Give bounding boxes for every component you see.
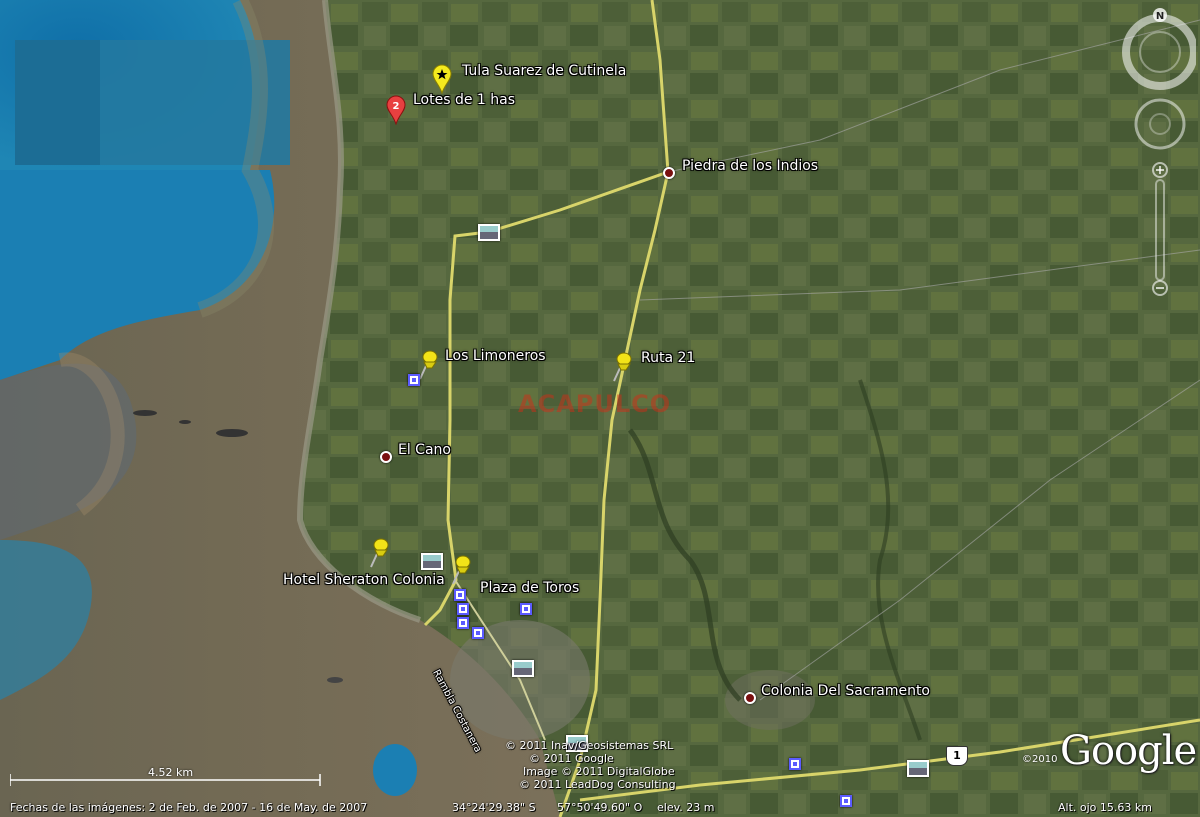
credit-line: © 2011 Inav/Geosistemas SRL bbox=[505, 739, 674, 752]
label-tula[interactable]: Tula Suarez de Cutinela bbox=[462, 63, 626, 79]
photo-icon[interactable] bbox=[512, 660, 534, 677]
route-shield-icon: 1 bbox=[946, 746, 968, 766]
look-joystick-icon bbox=[1134, 98, 1186, 150]
imagery-dates: Fechas de las imágenes: 2 de Feb. de 200… bbox=[10, 801, 368, 814]
eye-altitude: Alt. ojo 15.63 km bbox=[1058, 801, 1152, 814]
watermark: ACAPULCO bbox=[518, 390, 672, 418]
poi-square-icon[interactable] bbox=[457, 603, 469, 615]
scale-label: 4.52 km bbox=[148, 766, 194, 779]
longitude: 57°50'49.60" O bbox=[557, 801, 643, 814]
poi-square-icon[interactable] bbox=[408, 374, 420, 386]
credit-line: Image © 2011 DigitalGlobe bbox=[523, 765, 675, 778]
poi-square-icon[interactable] bbox=[789, 758, 801, 770]
poi-square-icon[interactable] bbox=[520, 603, 532, 615]
imagery-credits: © 2011 Inav/Geosistemas SRL © 2011 Googl… bbox=[505, 739, 676, 791]
poi-square-icon[interactable] bbox=[457, 617, 469, 629]
poi-square-icon[interactable] bbox=[472, 627, 484, 639]
label-sheraton[interactable]: Hotel Sheraton Colonia bbox=[283, 572, 445, 588]
label-elcano[interactable]: El Cano bbox=[398, 442, 451, 458]
credit-line: © 2011 LeadDog Consulting bbox=[519, 778, 676, 791]
balloon-number: 2 bbox=[393, 101, 400, 112]
star-balloon-icon[interactable] bbox=[431, 64, 453, 94]
copyright-year: ©2010 bbox=[1022, 754, 1058, 765]
elevation: elev. 23 m bbox=[657, 801, 715, 814]
photo-icon[interactable] bbox=[421, 553, 443, 570]
status-bar: Fechas de las imágenes: 2 de Feb. de 200… bbox=[0, 800, 1200, 817]
map-view[interactable]: ACAPULCO Tula Suarez de Cutinela 2 Lotes… bbox=[0, 0, 1200, 817]
poi-square-icon[interactable] bbox=[454, 589, 466, 601]
photo-icon[interactable] bbox=[478, 224, 500, 241]
numbered-balloon-icon[interactable]: 2 bbox=[385, 95, 407, 125]
label-colonia[interactable]: Colonia Del Sacramento bbox=[761, 683, 930, 699]
google-logo: Google bbox=[1060, 728, 1197, 774]
pushpin-icon[interactable] bbox=[365, 538, 391, 568]
credit-line: © 2011 Google bbox=[529, 752, 614, 765]
compass-ring-icon bbox=[1122, 14, 1196, 90]
label-toros[interactable]: Plaza de Toros bbox=[480, 580, 579, 596]
placemark-dot-icon[interactable] bbox=[380, 451, 392, 463]
photo-icon[interactable] bbox=[907, 760, 929, 777]
placemark-dot-icon[interactable] bbox=[663, 167, 675, 179]
placemark-dot-icon[interactable] bbox=[744, 692, 756, 704]
label-ruta21[interactable]: Ruta 21 bbox=[641, 350, 695, 366]
label-lotes[interactable]: Lotes de 1 has bbox=[413, 92, 515, 108]
latitude: 34°24'29.38" S bbox=[452, 801, 536, 814]
pushpin-icon[interactable] bbox=[447, 555, 473, 585]
zoom-slider-icon bbox=[1152, 162, 1168, 296]
label-limoneros[interactable]: Los Limoneros bbox=[445, 348, 546, 364]
navigation-controls[interactable]: N bbox=[1120, 4, 1196, 304]
label-piedra[interactable]: Piedra de los Indios bbox=[682, 158, 818, 174]
north-indicator[interactable]: N bbox=[1156, 11, 1164, 22]
pushpin-icon[interactable] bbox=[608, 352, 634, 382]
